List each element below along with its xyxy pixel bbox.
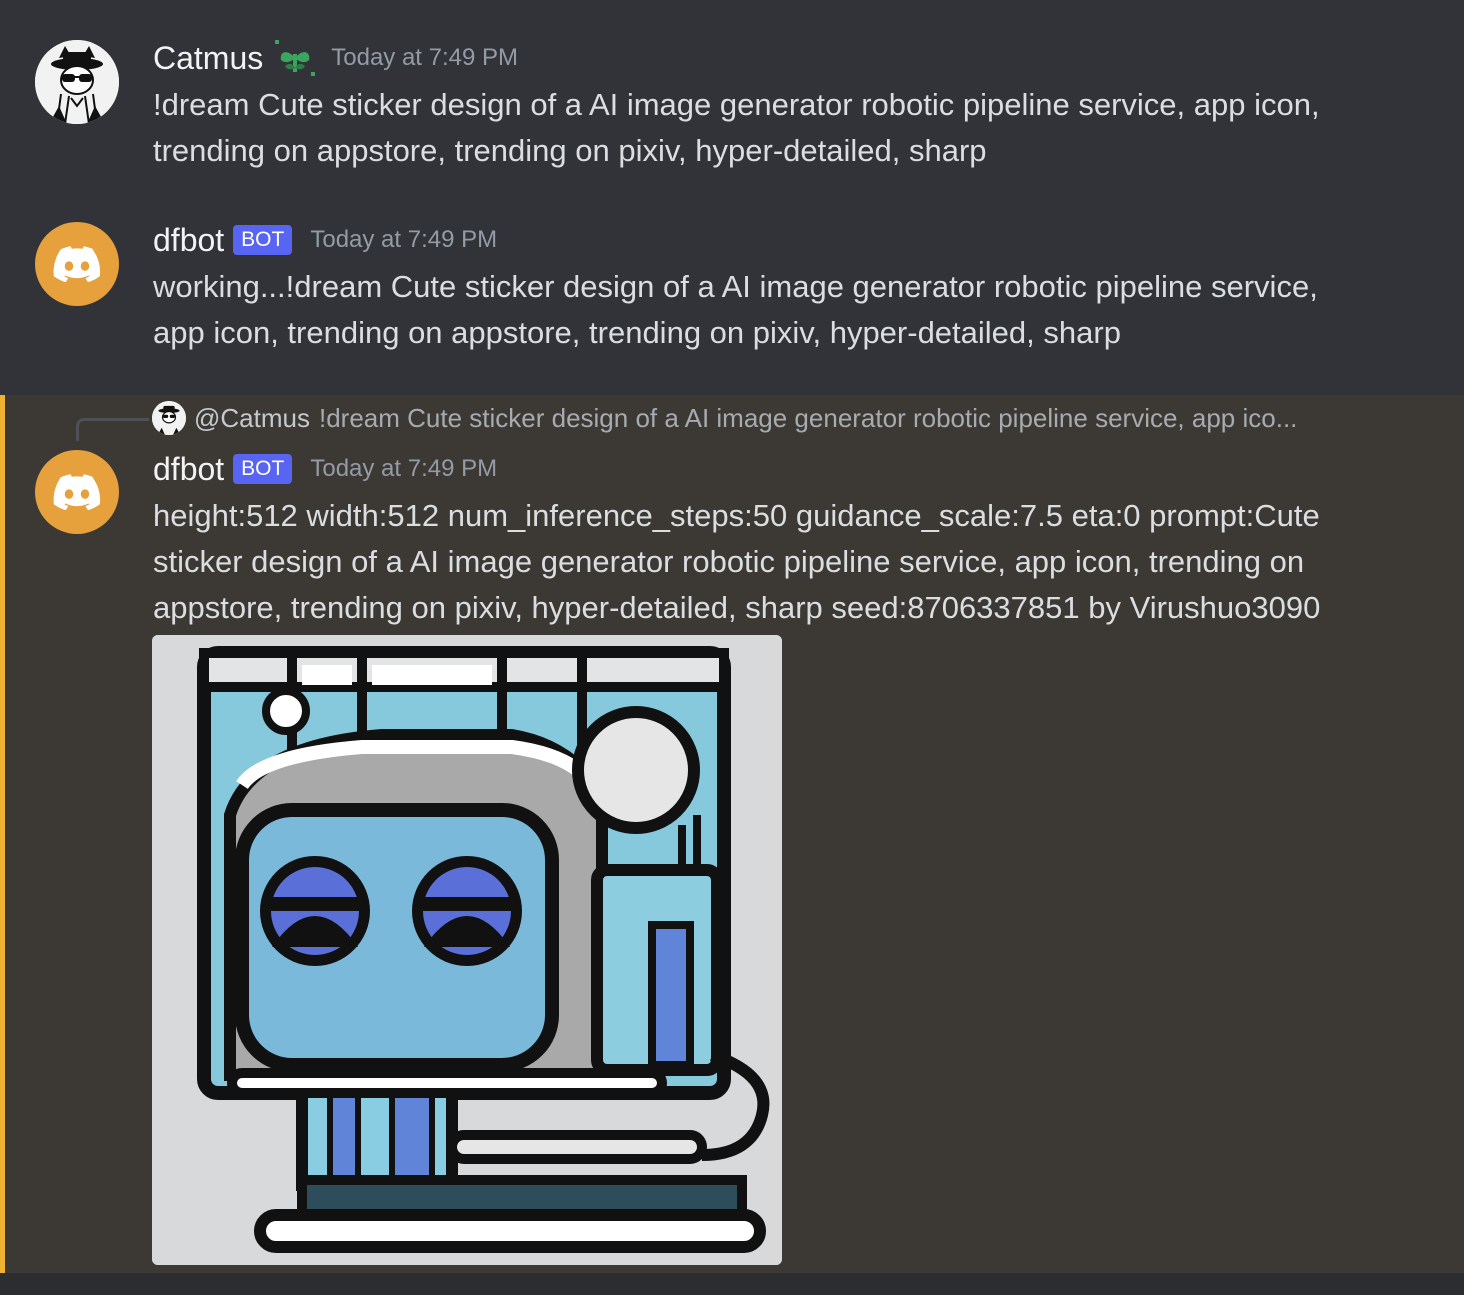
username[interactable]: dfbot <box>153 222 224 258</box>
message-dfbot-working[interactable]: dfbot BOT Today at 7:49 PM working...!dr… <box>0 200 1464 380</box>
message-header: dfbot BOT Today at 7:49 PM <box>153 451 497 487</box>
message-text: !dream Cute sticker design of a AI image… <box>153 87 1320 168</box>
timestamp: Today at 7:49 PM <box>310 455 498 482</box>
username[interactable]: dfbot <box>153 451 224 487</box>
image-attachment[interactable] <box>152 635 782 1265</box>
message-dfbot-result[interactable]: @Catmus !dream Cute sticker design of a … <box>0 395 1464 1273</box>
reply-preview-text[interactable]: !dream Cute sticker design of a AI image… <box>319 401 1297 435</box>
message-catmus[interactable]: Catmus Today at 7:49 PM !dream Cute stic… <box>0 0 1464 180</box>
message-header: Catmus Today at 7:49 PM <box>153 38 518 78</box>
bot-tag: BOT <box>233 225 293 255</box>
reply-preview[interactable]: @Catmus !dream Cute sticker design of a … <box>152 401 1297 435</box>
timestamp: Today at 7:49 PM <box>331 44 519 71</box>
bottom-strip <box>0 1273 1464 1295</box>
message-text: working...!dream Cute sticker design of … <box>153 269 1318 350</box>
username[interactable]: Catmus <box>153 40 263 76</box>
mention-highlight-bar <box>0 395 5 1273</box>
discord-logo-icon <box>53 474 101 510</box>
timestamp: Today at 7:49 PM <box>310 226 498 253</box>
avatar[interactable] <box>35 40 119 124</box>
cat-avatar-icon <box>152 401 186 435</box>
avatar[interactable] <box>35 222 119 306</box>
cat-avatar-icon <box>35 40 119 124</box>
reply-avatar <box>152 401 186 435</box>
reply-connector <box>76 418 149 441</box>
message-text: height:512 width:512 num_inference_steps… <box>153 498 1321 625</box>
chat-log: Catmus Today at 7:49 PM !dream Cute stic… <box>0 0 1464 1295</box>
reply-mention[interactable]: @Catmus <box>194 401 310 435</box>
avatar[interactable] <box>35 450 119 534</box>
message-header: dfbot BOT Today at 7:49 PM <box>153 222 497 258</box>
robot-sticker-image <box>152 635 782 1265</box>
discord-logo-icon <box>53 246 101 282</box>
bot-tag: BOT <box>233 454 293 484</box>
sprout-icon <box>273 38 317 78</box>
